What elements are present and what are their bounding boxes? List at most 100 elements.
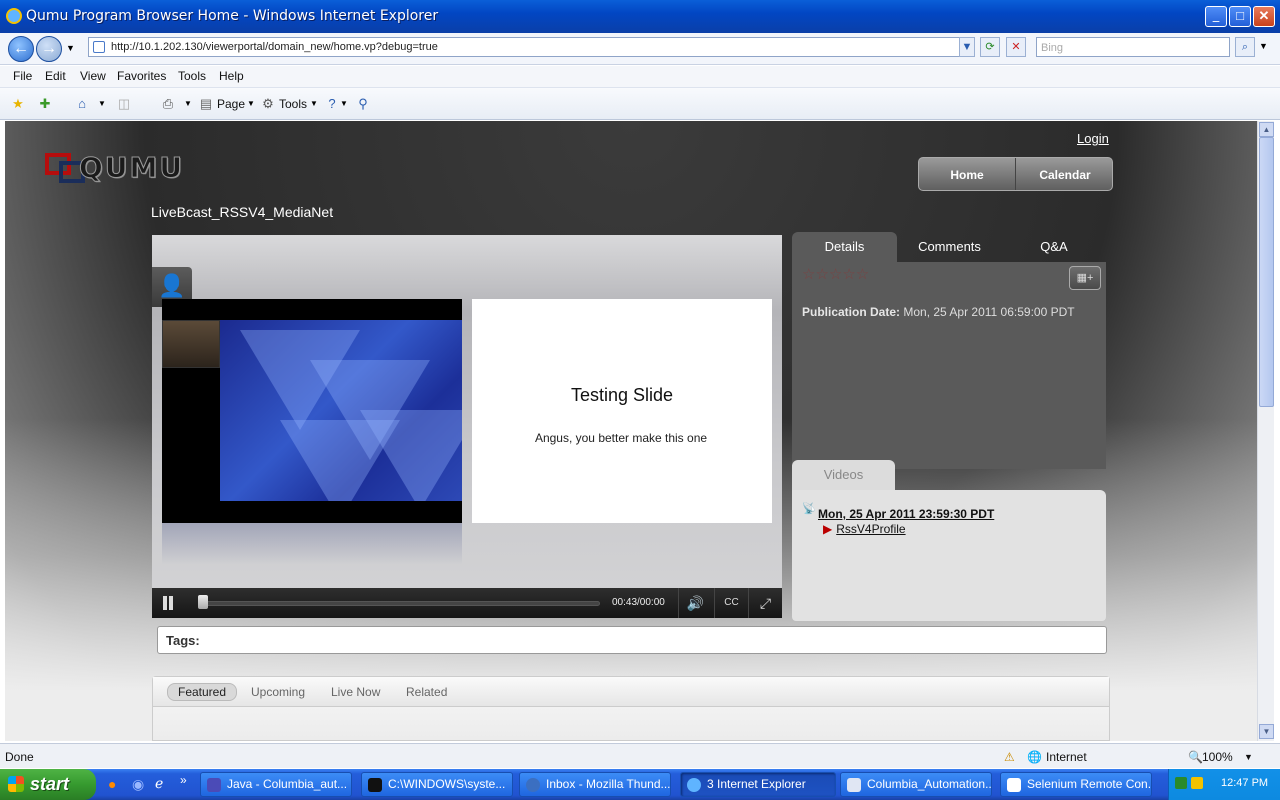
- back-button[interactable]: ←: [8, 36, 34, 62]
- menu-file[interactable]: File: [13, 69, 32, 83]
- security-warning-icon[interactable]: ⚠: [1004, 750, 1015, 764]
- video-profile-link[interactable]: RssV4Profile: [823, 522, 905, 536]
- page-dropdown-icon[interactable]: ▼: [243, 96, 259, 112]
- menu-edit[interactable]: Edit: [45, 69, 66, 83]
- quicklaunch-more-icon[interactable]: »: [180, 773, 187, 787]
- page-icon: [93, 41, 105, 53]
- tab-qa[interactable]: Q&A: [1002, 232, 1106, 262]
- page-menu-icon[interactable]: ▤: [198, 96, 214, 112]
- zoom-icon: 🔍: [1188, 750, 1203, 764]
- search-placeholder: Bing: [1041, 42, 1064, 54]
- ie-icon: [6, 8, 22, 24]
- ie-quicklaunch-icon[interactable]: ℯ: [155, 775, 163, 792]
- clock: 12:47 PM: [1221, 777, 1269, 789]
- closed-caption-button[interactable]: CC: [714, 588, 748, 618]
- search-input[interactable]: Bing: [1036, 37, 1230, 57]
- firefox-icon[interactable]: ●: [108, 776, 116, 792]
- fullscreen-icon[interactable]: ⤢: [748, 588, 782, 618]
- logo-text: QUMU: [78, 151, 185, 185]
- tray-network-icon[interactable]: [1175, 777, 1187, 789]
- address-input[interactable]: http://10.1.202.130/viewerportal/domain_…: [88, 37, 975, 57]
- add-favorites-icon[interactable]: ✚: [37, 96, 53, 112]
- search-button[interactable]: ⌕: [1235, 37, 1255, 57]
- seek-bar[interactable]: [200, 601, 600, 606]
- presenter-video-thumbnail[interactable]: [162, 320, 220, 368]
- print-dropdown-icon[interactable]: ▼: [180, 96, 196, 112]
- window-title-bar[interactable]: Qumu Program Browser Home - Windows Inte…: [0, 0, 1280, 33]
- tab-related[interactable]: Related: [406, 685, 447, 699]
- tools-dropdown-icon[interactable]: ▼: [306, 96, 322, 112]
- scroll-thumb[interactable]: [1259, 137, 1274, 407]
- favorites-star-icon[interactable]: ★: [10, 96, 26, 112]
- page-viewport: QUMU Login Home Calendar LiveBcast_RSSV4…: [5, 121, 1257, 741]
- start-button[interactable]: start: [0, 769, 96, 800]
- task-columbia-automation[interactable]: Columbia_Automation...: [840, 772, 992, 797]
- security-zone: Internet: [1046, 750, 1087, 764]
- close-button[interactable]: ✕: [1253, 6, 1275, 27]
- zoom-dropdown[interactable]: ▼: [1244, 752, 1253, 762]
- windows-logo-icon: [8, 776, 24, 792]
- minimize-button[interactable]: _: [1205, 6, 1227, 27]
- scroll-down-button[interactable]: ▼: [1259, 724, 1274, 739]
- recent-pages-dropdown[interactable]: ▼: [66, 43, 75, 53]
- video-date-link[interactable]: Mon, 25 Apr 2011 23:59:30 PDT: [818, 507, 994, 521]
- tab-live-now[interactable]: Live Now: [331, 685, 380, 699]
- tab-featured[interactable]: Featured: [167, 683, 238, 701]
- menu-bar: File Edit View Favorites Tools Help: [0, 66, 1280, 88]
- research-icon[interactable]: ⚲: [355, 96, 371, 112]
- task-java[interactable]: Java - Columbia_aut...: [200, 772, 352, 797]
- tools-menu-label[interactable]: Tools: [279, 97, 307, 111]
- nav-home-button[interactable]: Home: [919, 158, 1015, 190]
- search-options-dropdown[interactable]: ▼: [1259, 41, 1268, 51]
- address-dropdown[interactable]: ▼: [959, 37, 975, 57]
- tags-label: Tags:: [166, 633, 200, 648]
- nav-calendar-button[interactable]: Calendar: [1016, 158, 1112, 190]
- scroll-up-button[interactable]: ▲: [1259, 122, 1274, 137]
- seek-handle[interactable]: [198, 595, 208, 609]
- live-broadcast-icon: 📡: [802, 503, 816, 515]
- tab-details[interactable]: Details: [792, 232, 897, 262]
- pause-button[interactable]: [161, 596, 175, 610]
- refresh-button[interactable]: ⟳: [980, 37, 1000, 57]
- task-thunderbird[interactable]: Inbox - Mozilla Thund...: [519, 772, 671, 797]
- taskbar: start ● ◉ ℯ » Java - Columbia_aut... C:\…: [0, 769, 1280, 800]
- tab-videos[interactable]: Videos: [792, 460, 895, 490]
- slide-title: Testing Slide: [570, 385, 674, 405]
- details-panel: [792, 262, 1106, 469]
- gear-icon[interactable]: ⚙: [260, 96, 276, 112]
- program-list-panel: Featured Upcoming Live Now Related: [152, 676, 1110, 741]
- forward-button[interactable]: →: [36, 36, 62, 62]
- add-to-playlist-icon[interactable]: ▦+: [1069, 266, 1101, 290]
- eclipse-icon[interactable]: ◉: [132, 776, 144, 793]
- tray-security-icon[interactable]: [1191, 777, 1203, 789]
- status-bar: Done ⚠ 🌐 Internet 🔍 100% ▼: [0, 743, 1280, 768]
- vertical-scrollbar[interactable]: ▲ ▼: [1257, 121, 1274, 741]
- tags-box: Tags:: [157, 626, 1107, 654]
- zoom-level[interactable]: 100%: [1202, 750, 1233, 764]
- print-icon[interactable]: ⎙: [160, 96, 176, 112]
- menu-favorites[interactable]: Favorites: [117, 69, 166, 83]
- menu-tools[interactable]: Tools: [178, 69, 206, 83]
- video-reflection: [162, 523, 462, 565]
- volume-icon[interactable]: 🔊: [678, 588, 712, 618]
- qumu-logo: QUMU: [45, 149, 185, 189]
- rating-stars[interactable]: ☆☆☆☆☆: [802, 265, 869, 283]
- publication-date: Publication Date: Mon, 25 Apr 2011 06:59…: [802, 305, 1075, 319]
- maximize-button[interactable]: □: [1229, 6, 1251, 27]
- page-menu-label[interactable]: Page: [217, 97, 245, 111]
- publication-date-value: Mon, 25 Apr 2011 06:59:00 PDT: [903, 305, 1075, 319]
- task-internet-explorer[interactable]: 3 Internet Explorer: [680, 772, 836, 797]
- slide-text: Angus, you better make this one: [534, 431, 708, 445]
- menu-view[interactable]: View: [80, 69, 106, 83]
- tab-upcoming[interactable]: Upcoming: [251, 685, 305, 699]
- task-selenium[interactable]: Selenium Remote Con...: [1000, 772, 1152, 797]
- tab-comments[interactable]: Comments: [897, 232, 1002, 262]
- feeds-icon[interactable]: ◫: [116, 96, 132, 112]
- task-cmd[interactable]: C:\WINDOWS\syste...: [361, 772, 513, 797]
- home-dropdown-icon[interactable]: ▼: [94, 96, 110, 112]
- stop-button[interactable]: ✕: [1006, 37, 1026, 57]
- menu-help[interactable]: Help: [219, 69, 244, 83]
- home-icon[interactable]: ⌂: [74, 96, 90, 112]
- help-dropdown-icon[interactable]: ▼: [336, 96, 352, 112]
- login-link[interactable]: Login: [1077, 131, 1109, 146]
